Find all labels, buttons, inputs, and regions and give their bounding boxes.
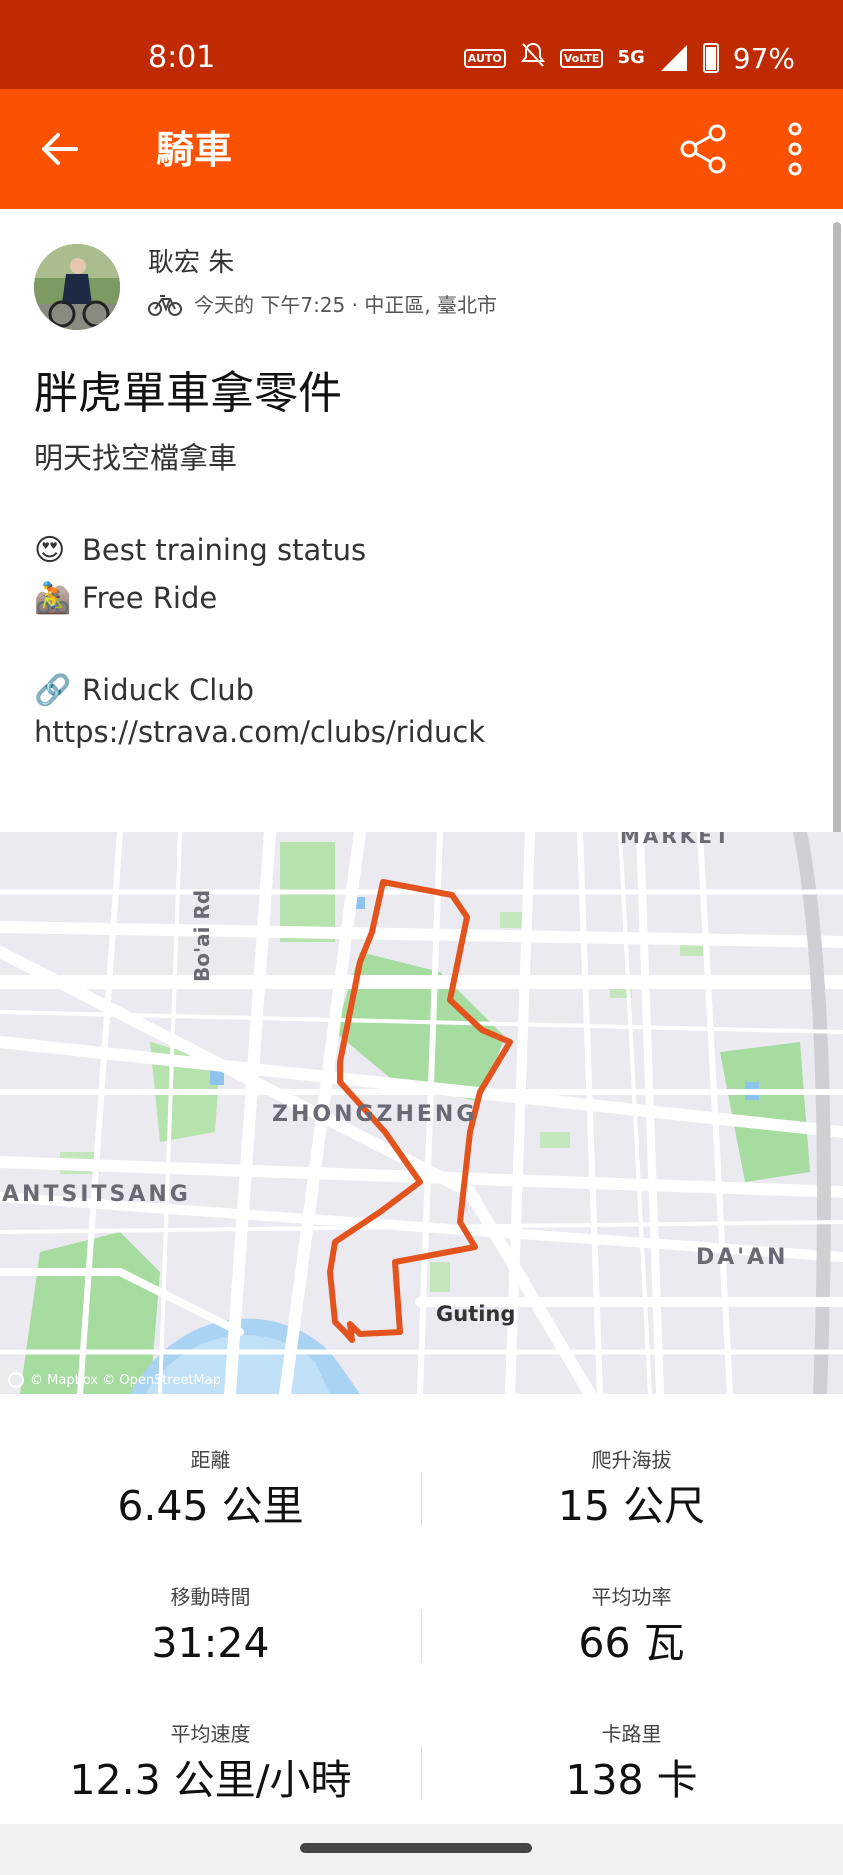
map-label: Guting: [436, 1302, 516, 1326]
system-nav-bar: [0, 1824, 843, 1875]
description-text: Best training status: [82, 533, 367, 567]
description-line: 😍 Best training status: [34, 530, 366, 571]
volte-icon: VoLTE: [559, 48, 604, 68]
bike-icon: [148, 295, 182, 316]
stat-distance: 距離 6.45 公里: [0, 1446, 421, 1532]
link-icon: 🔗: [34, 673, 72, 708]
stat-label: 距離: [190, 1448, 231, 1472]
map-label: Bo'ai Rd: [190, 889, 214, 982]
battery-level: 97%: [732, 41, 795, 75]
stat-label: 移動時間: [170, 1585, 251, 1609]
avatar[interactable]: [34, 244, 120, 330]
stat-label: 爬升海拔: [591, 1448, 672, 1472]
description-line: 🔗 Riduck Club: [34, 670, 254, 711]
auto-hz-icon: AUTO: [463, 48, 506, 68]
stat-value: 12.3 公里/小時: [69, 1756, 352, 1804]
back-arrow-icon[interactable]: [36, 125, 84, 173]
home-indicator[interactable]: [300, 1843, 532, 1853]
description-text: Free Ride: [82, 581, 218, 615]
stat-value: 15 公尺: [557, 1482, 706, 1530]
battery-icon: [702, 43, 719, 73]
mute-bell-icon: [520, 41, 546, 76]
more-options-icon[interactable]: [780, 121, 810, 177]
stat-value: 31:24: [151, 1619, 270, 1667]
status-icons: AUTO VoLTE 5G 97%: [463, 40, 795, 76]
activity-date-location: 今天的 下午7:25 · 中正區, 臺北市: [194, 293, 498, 317]
heart-eyes-icon: 😍: [34, 533, 66, 568]
description-line: 明天找空檔拿車: [34, 438, 237, 478]
activity-title: 胖虎單車拿零件: [34, 368, 342, 419]
status-time: 8:01: [148, 40, 216, 75]
map-label: ZHONGZHENG: [272, 1102, 478, 1127]
page-title: 騎車: [156, 128, 233, 172]
stat-label: 卡路里: [601, 1722, 662, 1746]
attribution-text: © Mapbox © OpenStreetMap: [30, 1372, 221, 1388]
description-line: 🚵 Free Ride: [34, 578, 217, 619]
athlete-name[interactable]: 耿宏 朱: [148, 246, 234, 280]
stat-avg-speed: 平均速度 12.3 公里/小時: [0, 1720, 421, 1806]
map-label: MARKET: [620, 832, 732, 848]
stat-value: 138 卡: [565, 1756, 698, 1804]
stat-value: 6.45 公里: [117, 1482, 304, 1530]
stat-calories: 卡路里 138 卡: [421, 1720, 842, 1806]
stat-value: 66 瓦: [578, 1619, 685, 1667]
mountain-biker-icon: 🚵: [34, 581, 72, 616]
info-icon[interactable]: [8, 1372, 24, 1388]
map-label: DA'AN: [696, 1245, 789, 1270]
club-link[interactable]: https://strava.com/clubs/riduck: [34, 712, 485, 752]
stats-grid: 距離 6.45 公里 爬升海拔 15 公尺 移動時間 31:24 平均功率 66…: [0, 1394, 843, 1824]
signal-icon: [660, 45, 687, 71]
map-label: ANTSITSANG: [2, 1182, 191, 1207]
map-attribution[interactable]: © Mapbox © OpenStreetMap: [8, 1372, 221, 1388]
share-icon[interactable]: [678, 123, 730, 175]
stat-label: 平均功率: [591, 1585, 672, 1609]
description-text: 明天找空檔拿車: [34, 441, 238, 475]
status-bar: 8:01 AUTO VoLTE 5G 97%: [0, 0, 843, 89]
network-type: 5G: [617, 47, 645, 68]
stat-label: 平均速度: [170, 1722, 251, 1746]
stat-moving-time: 移動時間 31:24: [0, 1583, 421, 1669]
app-bar: 騎車: [0, 89, 843, 209]
description-text: Riduck Club: [82, 673, 255, 707]
stat-elevation: 爬升海拔 15 公尺: [421, 1446, 842, 1532]
activity-meta: 今天的 下午7:25 · 中正區, 臺北市: [148, 290, 497, 320]
route-map[interactable]: ZHONGZHENG ANTSITSANG DA'AN Guting Bo'ai…: [0, 832, 843, 1394]
stat-avg-power: 平均功率 66 瓦: [421, 1583, 842, 1669]
